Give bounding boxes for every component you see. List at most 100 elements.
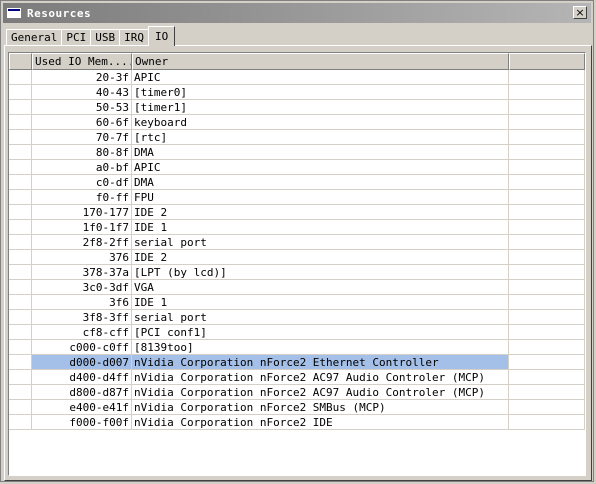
table-row[interactable]: cf8-cff [PCI conf1] (9, 325, 585, 340)
column-header-owner[interactable]: Owner (132, 53, 509, 70)
row-owner: [PCI conf1] (132, 325, 509, 340)
table-row[interactable]: f0-ff FPU (9, 190, 585, 205)
row-icon-cell (9, 295, 32, 310)
row-owner: [LPT (by lcd)] (132, 265, 509, 280)
row-owner: [timer1] (132, 100, 509, 115)
table-row[interactable]: 60-6f keyboard (9, 115, 585, 130)
close-button[interactable]: × (573, 6, 587, 19)
row-owner: DMA (132, 145, 509, 160)
table-row[interactable]: d800-d87f nVidia Corporation nForce2 AC97… (9, 385, 585, 400)
table-row[interactable]: 378-37a [LPT (by lcd)] (9, 265, 585, 280)
column-header-blank[interactable] (9, 53, 32, 70)
column-header-used-io-mem[interactable]: Used IO Mem...▲ (32, 53, 132, 70)
row-icon-cell (9, 280, 32, 295)
table-row[interactable]: c0-df DMA (9, 175, 585, 190)
row-owner: nVidia Corporation nForce2 Ethernet Cont… (132, 355, 509, 370)
tab-strip: General PCI USB IRQ IO (6, 26, 176, 46)
row-range: 1f0-1f7 (32, 220, 132, 235)
io-list-view[interactable]: Used IO Mem...▲ Owner 20-3fAPIC40-43[tim… (8, 52, 586, 476)
table-row[interactable]: 2f8-2ff serial port (9, 235, 585, 250)
row-icon-cell (9, 115, 32, 130)
tab-io[interactable]: IO (147, 26, 176, 46)
row-icon-cell (9, 250, 32, 265)
row-icon-cell (9, 370, 32, 385)
table-row[interactable]: d000-d007 nVidia Corporation nForce2 Ethe… (9, 355, 585, 370)
row-owner: DMA (132, 175, 509, 190)
row-range: 70-7f (32, 130, 132, 145)
row-filler (509, 190, 585, 205)
row-owner: VGA (132, 280, 509, 295)
table-row[interactable]: 50-53 [timer1] (9, 100, 585, 115)
table-row[interactable]: c000-c0ff [8139too] (9, 340, 585, 355)
table-row[interactable]: 376 IDE 2 (9, 250, 585, 265)
row-icon-cell (9, 385, 32, 400)
row-range: 2f8-2ff (32, 235, 132, 250)
row-range: d800-d87f (32, 385, 132, 400)
tab-pci[interactable]: PCI (61, 29, 92, 46)
table-row[interactable]: d400-d4ff nVidia Corporation nForce2 AC97… (9, 370, 585, 385)
row-range: 60-6f (32, 115, 132, 130)
row-filler (509, 235, 585, 250)
row-icon-cell (9, 415, 32, 430)
table-row[interactable]: 20-3f APIC (9, 70, 585, 85)
table-row[interactable]: 3f6 IDE 1 (9, 295, 585, 310)
row-filler (509, 145, 585, 160)
table-row[interactable]: 40-43 [timer0] (9, 85, 585, 100)
row-icon-cell (9, 100, 32, 115)
row-icon-cell (9, 205, 32, 220)
row-filler (509, 415, 585, 430)
table-row[interactable]: f000-f00f nVidia Corporation nForce2 IDE (9, 415, 585, 430)
row-range: a0-bf (32, 160, 132, 175)
row-owner: serial port (132, 310, 509, 325)
table-row[interactable]: 1f0-1f7 IDE 1 (9, 220, 585, 235)
row-filler (509, 370, 585, 385)
row-owner: nVidia Corporation nForce2 SMBus (MCP) (132, 400, 509, 415)
row-filler (509, 295, 585, 310)
table-row[interactable]: 70-7f [rtc] (9, 130, 585, 145)
row-owner: APIC (132, 160, 509, 175)
row-owner: nVidia Corporation nForce2 AC97 Audio Co… (132, 385, 509, 400)
window-title: Resources (27, 6, 92, 20)
table-row[interactable]: 170-177 IDE 2 (9, 205, 585, 220)
row-range: 40-43 (32, 85, 132, 100)
row-range: 170-177 (32, 205, 132, 220)
table-row[interactable]: a0-bf APIC (9, 160, 585, 175)
table-row[interactable]: 3f8-3ff serial port (9, 310, 585, 325)
tab-irq[interactable]: IRQ (119, 29, 149, 46)
row-icon-cell (9, 160, 32, 175)
row-filler (509, 400, 585, 415)
table-row[interactable]: 80-8f DMA (9, 145, 585, 160)
row-filler (509, 85, 585, 100)
row-filler (509, 115, 585, 130)
title-bar[interactable]: Resources × (3, 3, 591, 23)
row-filler (509, 100, 585, 115)
row-icon-cell (9, 145, 32, 160)
table-row[interactable]: 3c0-3df VGA (9, 280, 585, 295)
table-row[interactable]: e400-e41f nVidia Corporation nForce2 SMBu… (9, 400, 585, 415)
row-range: 3f8-3ff (32, 310, 132, 325)
row-filler (509, 250, 585, 265)
list-header: Used IO Mem...▲ Owner (9, 53, 585, 70)
row-icon-cell (9, 70, 32, 85)
row-owner: APIC (132, 70, 509, 85)
row-range: cf8-cff (32, 325, 132, 340)
row-owner: IDE 2 (132, 250, 509, 265)
row-owner: keyboard (132, 115, 509, 130)
tab-usb[interactable]: USB (90, 29, 121, 46)
row-range: 3f6 (32, 295, 132, 310)
row-icon-cell (9, 355, 32, 370)
row-range: 376 (32, 250, 132, 265)
row-range: c0-df (32, 175, 132, 190)
row-owner: nVidia Corporation nForce2 AC97 Audio Co… (132, 370, 509, 385)
row-filler (509, 175, 585, 190)
tab-general[interactable]: General (6, 29, 63, 46)
row-range: d000-d007 (32, 355, 132, 370)
row-icon-cell (9, 190, 32, 205)
row-icon-cell (9, 340, 32, 355)
row-icon-cell (9, 325, 32, 340)
row-range: 3c0-3df (32, 280, 132, 295)
row-filler (509, 280, 585, 295)
row-icon-cell (9, 310, 32, 325)
row-filler (509, 385, 585, 400)
row-owner: serial port (132, 235, 509, 250)
